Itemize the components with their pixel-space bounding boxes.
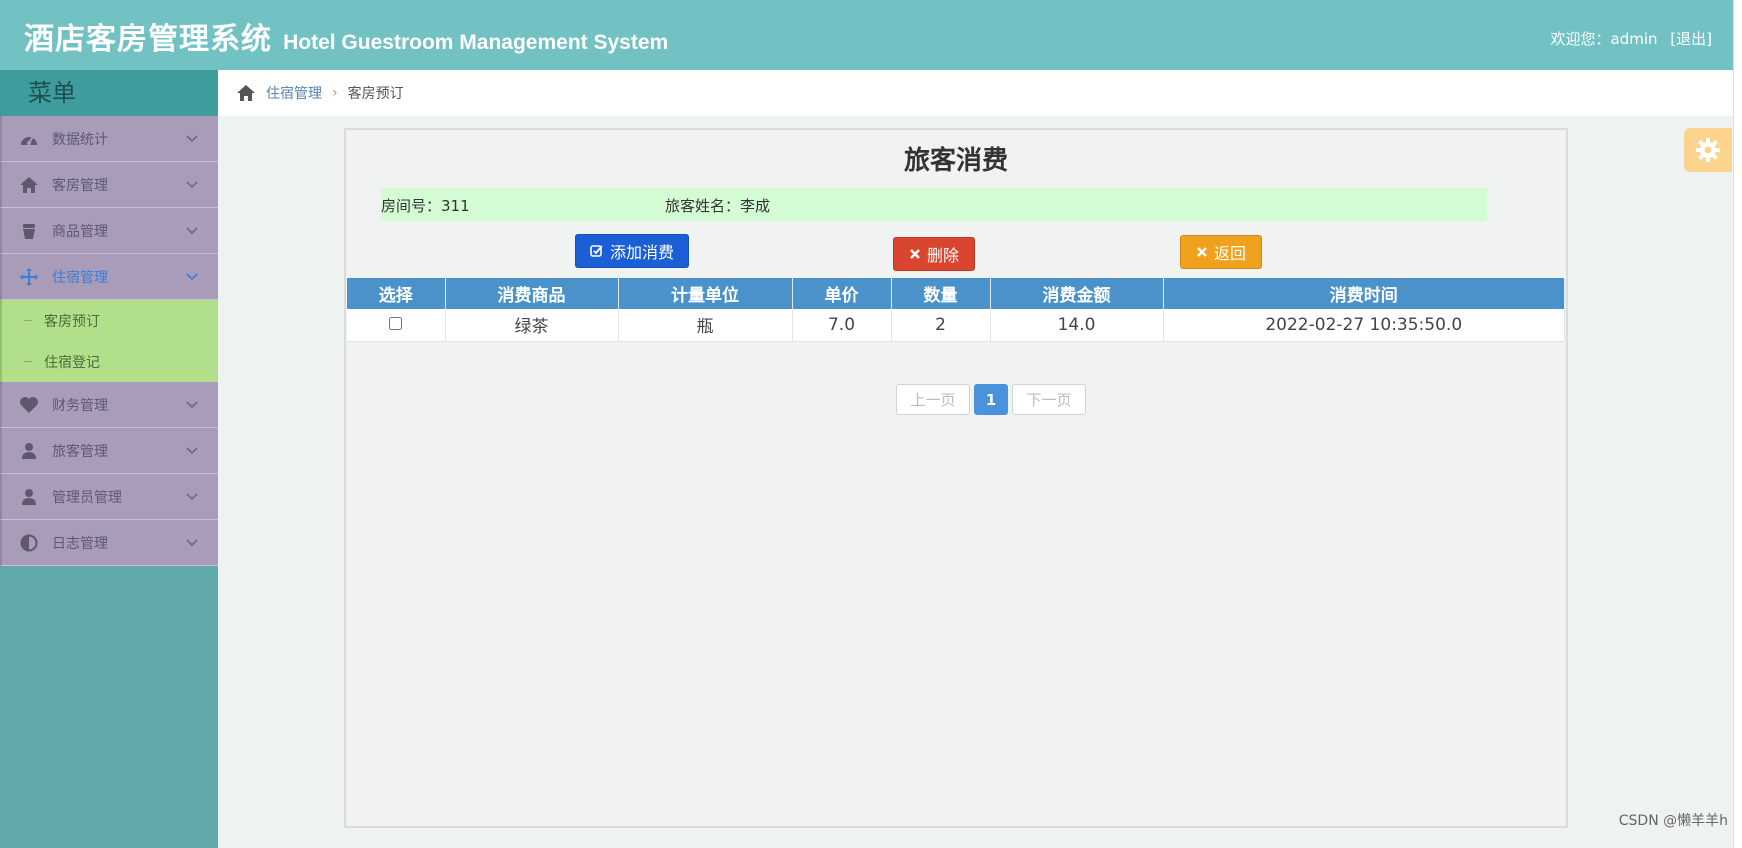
table-header-row: 选择 消费商品 计量单位 单价 数量 消费金额 消费时间 — [347, 278, 1565, 309]
sidebar-item-admins[interactable]: 管理员管理 — [0, 474, 218, 520]
home-icon[interactable] — [236, 84, 256, 102]
guest-name: 旅客姓名：李成 — [665, 197, 771, 215]
app-title-cn: 酒店客房管理系统 — [24, 22, 272, 57]
next-page-button[interactable]: 下一页 — [1012, 384, 1086, 415]
sidebar-item-label: 数据统计 — [52, 131, 108, 148]
sidebar-item-finance[interactable]: 财务管理 — [0, 382, 218, 428]
breadcrumb-current: 客房预订 — [347, 86, 404, 102]
cell-product: 绿茶 — [445, 309, 619, 342]
guest-consumption-panel: 旅客消费 房间号：311 旅客姓名：李成 添加消费 删除 返回 选择 消费商品 … — [344, 128, 1568, 828]
app-brand: 酒店客房管理系统 Hotel Guestroom Management Syst… — [24, 14, 668, 58]
heart-icon — [18, 394, 40, 416]
cell-amount: 14.0 — [990, 309, 1164, 342]
cell-time: 2022-02-27 10:35:50.0 — [1163, 309, 1565, 342]
add-consumption-button[interactable]: 添加消费 — [575, 234, 689, 268]
page-title: 旅客消费 — [903, 146, 1008, 176]
prev-page-button[interactable]: 上一页 — [896, 384, 970, 415]
delete-button[interactable]: 删除 — [893, 237, 975, 271]
chevron-down-icon — [186, 227, 198, 235]
column-header-select: 选择 — [347, 278, 446, 309]
user-icon — [18, 440, 40, 462]
column-header-price: 单价 — [792, 278, 892, 309]
move-icon — [18, 266, 40, 288]
column-header-time: 消费时间 — [1163, 278, 1565, 309]
column-header-unit: 计量单位 — [618, 278, 793, 309]
back-button[interactable]: 返回 — [1180, 235, 1262, 269]
sidebar-subitem-checkin[interactable]: 住宿登记 — [0, 341, 218, 382]
sidebar-item-lodging[interactable]: 住宿管理 — [0, 254, 218, 300]
chevron-down-icon — [186, 401, 198, 409]
sidebar-item-rooms[interactable]: 客房管理 — [0, 162, 218, 208]
delete-label: 删除 — [926, 246, 959, 265]
edit-check-icon — [590, 245, 603, 257]
row-checkbox[interactable] — [389, 316, 403, 330]
welcome-text: 欢迎您：admin — [1550, 30, 1658, 48]
app-title-en: Hotel Guestroom Management System — [283, 31, 669, 54]
top-header: 酒店客房管理系统 Hotel Guestroom Management Syst… — [0, 0, 1742, 70]
column-header-amount: 消费金额 — [990, 278, 1164, 309]
chevron-down-icon — [186, 135, 198, 143]
watermark-text: CSDN @懒羊羊h — [1618, 813, 1728, 829]
sidebar-item-logs[interactable]: 日志管理 — [0, 520, 218, 566]
chevron-down-icon — [186, 493, 198, 501]
cell-unit: 瓶 — [618, 309, 793, 342]
consumption-table: 选择 消费商品 计量单位 单价 数量 消费金额 消费时间 绿茶 瓶 7.0 2 … — [347, 278, 1565, 342]
cup-icon — [18, 220, 40, 242]
user-area: 欢迎您：admin [退出] — [1551, 28, 1713, 49]
dashboard-icon — [18, 128, 40, 150]
sidebar-item-label: 财务管理 — [52, 397, 108, 414]
sidebar-title: 菜单 — [0, 70, 218, 116]
sidebar-item-statistics[interactable]: 数据统计 — [0, 116, 218, 162]
chevron-down-icon — [186, 539, 198, 547]
contrast-icon — [18, 532, 40, 554]
close-icon — [910, 249, 920, 259]
gear-icon — [1696, 138, 1720, 162]
logout-link[interactable]: [退出] — [1670, 30, 1712, 48]
sidebar-item-label: 管理员管理 — [52, 489, 122, 506]
back-label: 返回 — [1213, 244, 1246, 263]
breadcrumb: 住宿管理 › 客房预订 — [218, 70, 1742, 116]
sidebar-item-guests[interactable]: 旅客管理 — [0, 428, 218, 474]
sidebar-subitem-room-booking[interactable]: 客房预订 — [0, 300, 218, 341]
breadcrumb-parent-link[interactable]: 住宿管理 — [266, 83, 322, 103]
close-icon — [1197, 247, 1207, 257]
home-icon — [18, 174, 40, 196]
row-select-cell — [347, 309, 446, 342]
table-row: 绿茶 瓶 7.0 2 14.0 2022-02-27 10:35:50.0 — [347, 309, 1565, 342]
chevron-down-icon — [186, 181, 198, 189]
sidebar-item-label: 住宿管理 — [52, 269, 108, 286]
column-header-product: 消费商品 — [445, 278, 619, 309]
breadcrumb-separator: › — [332, 85, 338, 101]
chevron-down-icon — [186, 447, 198, 455]
page-number-button[interactable]: 1 — [974, 384, 1008, 415]
sidebar-item-label: 客房管理 — [52, 177, 108, 194]
sidebar-item-products[interactable]: 商品管理 — [0, 208, 218, 254]
sidebar-item-label: 商品管理 — [52, 223, 108, 240]
sidebar: 菜单 数据统计 客房管理 商品管理 住宿管理 客房预订 住宿登记 财务管理 旅客… — [0, 70, 218, 848]
guest-info-bar: 房间号：311 旅客姓名：李成 — [381, 188, 1487, 221]
sidebar-item-label: 旅客管理 — [52, 443, 108, 460]
scrollbar-track[interactable] — [1733, 0, 1742, 848]
room-number: 房间号：311 — [381, 197, 470, 215]
column-header-qty: 数量 — [891, 278, 991, 309]
chevron-down-icon — [186, 273, 198, 281]
user-icon — [18, 486, 40, 508]
cell-qty: 2 — [891, 309, 991, 342]
pagination: 上一页 1 下一页 — [896, 384, 1086, 415]
settings-button[interactable] — [1684, 128, 1732, 172]
add-consumption-label: 添加消费 — [609, 243, 674, 262]
sidebar-item-label: 日志管理 — [52, 535, 108, 552]
cell-price: 7.0 — [792, 309, 892, 342]
